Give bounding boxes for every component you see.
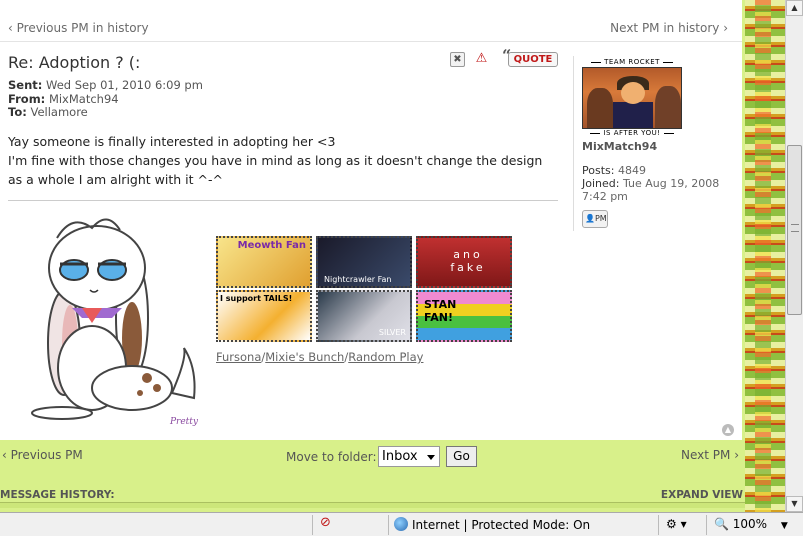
stamp-ano-fake[interactable]: ano fake [416,236,512,288]
previous-pm-history-link[interactable]: ‹ Previous PM in history [8,21,149,35]
sent-label: Sent: [8,78,43,92]
stamp-nightcrawler[interactable]: Nightcrawler Fan [316,236,412,288]
author-profile: TEAM ROCKET IS AFTER YOU! MixMatch94 Pos… [573,56,733,231]
stamp-tails-label: I support TAILS! [220,294,293,303]
author-stats: Posts: 4849 Joined: Tue Aug 19, 2008 7:4… [582,164,732,203]
protection-icon[interactable]: ⚙ ▾ [666,517,687,533]
stamp-stan-fan[interactable]: STAN FAN! [416,290,512,342]
pm-nav: ‹ Previous PM Move to folder: Inbox Go N… [0,444,745,470]
avatar [582,67,682,129]
quote-button[interactable]: QUOTE [508,52,558,67]
signature-links: Fursona/Mixie's Bunch/Random Play [216,350,424,364]
next-pm-link[interactable]: Next PM › [681,448,739,462]
stamp-silver-label: SILVER [378,328,406,337]
to-value[interactable]: Vellamore [30,105,87,119]
delete-icon[interactable]: ✖ [450,52,465,67]
scroll-up-icon[interactable]: ▲ [786,0,803,16]
top-strip [0,0,742,16]
rank-bottom-text: IS AFTER YOU! [582,129,682,137]
message-history-label: MESSAGE HISTORY: [0,489,115,501]
security-zone[interactable]: Internet | Protected Mode: On [394,517,590,533]
zoom-control[interactable]: 🔍 100% ▼ [714,517,788,533]
artist-signature: Pretty [169,417,199,427]
zoom-icon: 🔍 [714,517,729,531]
previous-pm-history-label[interactable]: Previous PM in history [17,21,149,35]
from-value[interactable]: MixMatch94 [49,92,119,106]
expand-view-link[interactable]: EXPAND VIEW [661,489,743,501]
post-body: Yay someone is finally interested in ado… [8,132,553,189]
stamp-ano-fake-label: ano fake [450,248,486,274]
folder-selected-value: Inbox [382,449,418,464]
chevron-down-icon [427,455,435,460]
pm-post: Re: Adoption ? (: ✖ ⚠ “ QUOTE Sent: Wed … [0,42,742,440]
go-button[interactable]: Go [446,446,477,467]
signature-divider [8,200,558,201]
zone-label: Internet | Protected Mode: On [412,518,591,532]
bunny-drawing: Pretty [31,218,199,427]
move-to-folder-label: Move to folder: [286,450,377,464]
posts-label: Posts: [582,164,615,177]
posts-value: 4849 [617,164,646,177]
message-history-divider [0,502,745,508]
post-line-2: I'm fine with those changes you have in … [8,153,543,187]
privacy-icon[interactable]: ⊘ [320,515,331,531]
stamp-meowth-label: Meowth Fan [237,240,306,251]
next-pm-history-label[interactable]: Next PM in history [610,21,719,35]
vertical-scrollbar[interactable]: ▲ ▼ [785,0,803,512]
globe-icon [394,517,408,531]
forum-page: ‹ Previous PM in history Next PM in hist… [0,0,745,510]
stamp-tails[interactable]: I support TAILS! [216,290,312,342]
previous-pm-link[interactable]: ‹ Previous PM [2,448,83,462]
next-pm-label[interactable]: Next PM [681,448,730,462]
post-title: Re: Adoption ? (: [8,53,141,72]
random-play-link[interactable]: Random Play [348,350,423,364]
sent-value: Wed Sep 01, 2010 6:09 pm [46,78,203,92]
decorative-border [745,0,785,512]
author-username[interactable]: MixMatch94 [582,140,657,153]
stamp-silver[interactable]: SILVER [316,290,412,342]
stamp-grid: Meowth Fan Nightcrawler Fan ano fake I s… [216,236,514,346]
report-icon[interactable]: ⚠ [474,52,489,67]
post-line-1: Yay someone is finally interested in ado… [8,134,336,149]
mixies-bunch-link[interactable]: Mixie's Bunch [265,350,344,364]
pm-label: PM [594,214,607,223]
stamp-nightcrawler-label: Nightcrawler Fan [324,275,392,284]
next-pm-history-link[interactable]: Next PM in history › [610,21,728,35]
browser-status-bar: ⊘ Internet | Protected Mode: On ⚙ ▾ 🔍 10… [0,512,803,536]
scrollbar-thumb[interactable] [787,145,802,315]
previous-pm-label[interactable]: Previous PM [11,448,83,462]
signature-area: Pretty Meowth Fan Nightcrawler Fan ano f… [8,208,548,438]
send-pm-button[interactable]: 👤PM [582,210,608,228]
history-nav: ‹ Previous PM in history Next PM in hist… [0,16,742,42]
zoom-chevron-down-icon: ▼ [780,521,788,531]
scroll-down-icon[interactable]: ▼ [786,496,803,512]
joined-label: Joined: [582,177,620,190]
zoom-level: 100% [732,517,768,531]
post-meta: Sent: Wed Sep 01, 2010 6:09 pm From: Mix… [8,78,203,120]
scroll-top-icon[interactable]: ▲ [722,424,734,436]
from-label: From: [8,91,46,106]
fursona-link[interactable]: Fursona [216,350,261,364]
stamp-meowth[interactable]: Meowth Fan [216,236,312,288]
to-label: To: [8,105,27,119]
user-icon: 👤 [585,214,595,223]
rank-top-text: TEAM ROCKET [582,58,682,66]
stamp-stan-fan-label: STAN FAN! [424,298,457,324]
folder-select[interactable]: Inbox [378,446,440,467]
